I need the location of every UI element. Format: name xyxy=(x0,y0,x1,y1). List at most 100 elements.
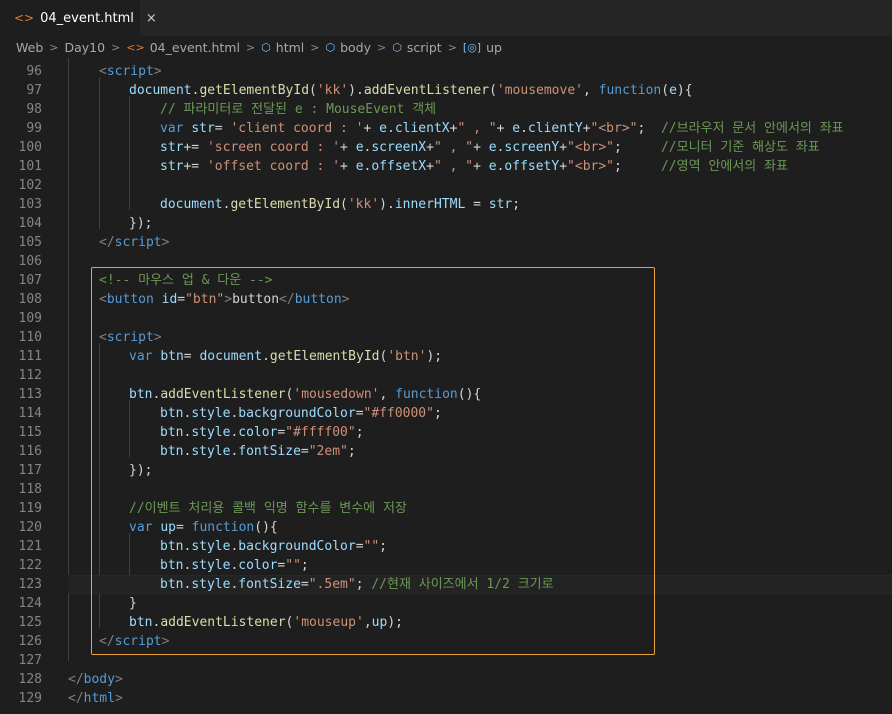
code-token: //이벤트 처리용 콜백 익명 함수를 변수에 저장 xyxy=(129,501,407,516)
code-token: addEventListener xyxy=(160,615,286,630)
code-line[interactable]: 107 <!-- 마우스 업 & 다운 --> xyxy=(0,271,892,290)
breadcrumb-body[interactable]: body xyxy=(340,40,371,55)
code-line[interactable]: 102 xyxy=(0,176,892,195)
code-text: <script> xyxy=(99,62,162,81)
code-line[interactable]: 103 document.getElementById('kk').innerHT… xyxy=(0,195,892,214)
code-line[interactable]: 116 btn.style.fontSize="2em"; xyxy=(0,442,892,461)
code-token: , xyxy=(582,83,599,98)
code-text: }); xyxy=(129,461,152,480)
line-number: 105 xyxy=(18,235,42,250)
code-token: btn xyxy=(160,444,184,459)
code-editor[interactable]: 96 <script> 97 document.getElementById('kk'… xyxy=(0,58,892,714)
code-line[interactable]: 120 var up= function(){ xyxy=(0,518,892,537)
code-line[interactable]: 126 </script> xyxy=(0,632,892,651)
code-line[interactable]: 113 btn.addEventListener('mousedown', fun… xyxy=(0,385,892,404)
code-line[interactable]: 109 xyxy=(0,309,892,328)
code-token: button xyxy=(294,292,342,307)
code-token: btn xyxy=(129,615,153,630)
code-token: up xyxy=(160,520,176,535)
code-token: offsetY xyxy=(504,159,560,174)
code-line[interactable]: 112 xyxy=(0,366,892,385)
code-line[interactable]: 129 </html> xyxy=(0,689,892,708)
code-line[interactable]: 100 str+= 'screen coord : '+ e.screenX+" … xyxy=(0,138,892,157)
code-token: screenY xyxy=(504,140,560,155)
line-number: 125 xyxy=(18,615,42,630)
breadcrumb-up[interactable]: up xyxy=(486,40,502,55)
breadcrumb-html[interactable]: html xyxy=(276,40,304,55)
code-token: "#ff0000" xyxy=(363,406,434,421)
code-token: </ xyxy=(99,235,115,250)
breadcrumb-day10[interactable]: Day10 xyxy=(64,40,105,55)
code-token: = xyxy=(355,539,364,554)
code-line[interactable]: 114 btn.style.backgroundColor="#ff0000"; xyxy=(0,404,892,423)
code-line[interactable]: 96 <script> xyxy=(0,62,892,81)
code-token: style xyxy=(191,406,231,421)
breadcrumb: Web > Day10 > <> 04_event.html > ⬡ html … xyxy=(0,36,892,58)
code-token: "2em" xyxy=(308,444,348,459)
code-line[interactable]: 124} xyxy=(0,594,892,613)
code-line[interactable]: 104}); xyxy=(0,214,892,233)
code-token: document xyxy=(129,83,192,98)
code-line[interactable]: 101 str+= 'offset coord : '+ e.offsetX+" … xyxy=(0,157,892,176)
code-text: document.getElementById('kk').addEventLi… xyxy=(129,81,693,100)
code-token: ; xyxy=(355,425,364,440)
code-token: 'screen coord : ' xyxy=(206,140,341,155)
code-line[interactable]: 123 btn.style.fontSize=".5em"; //현재 사이즈에서… xyxy=(0,575,892,594)
code-token: 'kk' xyxy=(347,197,380,212)
line-number: 124 xyxy=(18,596,42,611)
code-token: addEventListener xyxy=(363,83,490,98)
code-text: btn.style.fontSize=".5em"; //현재 사이즈에서 1/… xyxy=(160,575,554,594)
code-text: btn.style.backgroundColor="#ff0000"; xyxy=(160,404,442,423)
code-line[interactable]: 110 <script> xyxy=(0,328,892,347)
code-text: </body> xyxy=(68,670,123,689)
breadcrumb-file[interactable]: 04_event.html xyxy=(150,40,240,55)
code-token: = xyxy=(183,349,200,364)
code-line[interactable]: 122 btn.style.color=""; xyxy=(0,556,892,575)
code-line[interactable]: 105 </script> xyxy=(0,233,892,252)
tab-04-event-html[interactable]: <> 04_event.html × xyxy=(0,0,157,36)
code-token: </ xyxy=(68,672,84,687)
code-line[interactable]: 97 document.getElementById('kk').addEvent… xyxy=(0,81,892,100)
element-icon: ⬡ xyxy=(325,40,336,54)
code-token: , xyxy=(379,387,396,402)
line-number: 96 xyxy=(26,64,42,79)
code-token: function xyxy=(598,83,662,98)
code-token: fontSize xyxy=(238,444,301,459)
breadcrumb-script[interactable]: script xyxy=(407,40,442,55)
code-line[interactable]: 128 </body> xyxy=(0,670,892,689)
line-number: 100 xyxy=(18,140,42,155)
html-file-icon: <> xyxy=(126,40,145,54)
breadcrumb-web[interactable]: Web xyxy=(16,40,43,55)
code-token: + xyxy=(340,140,356,155)
code-line[interactable]: 111 var btn= document.getElementById('btn… xyxy=(0,347,892,366)
code-token: color xyxy=(238,558,278,573)
code-line[interactable]: 125 btn.addEventListener('mouseup',up); xyxy=(0,613,892,632)
line-number: 99 xyxy=(26,121,42,136)
code-line[interactable]: 106 xyxy=(0,252,892,271)
close-icon[interactable]: × xyxy=(146,11,157,26)
code-line[interactable]: 98 // 파라미터로 전달된 e : MouseEvent 객체 xyxy=(0,100,892,119)
code-line[interactable]: 118 xyxy=(0,480,892,499)
code-token: offsetX xyxy=(371,159,427,174)
code-line[interactable]: 115 btn.style.color="#ffff00"; xyxy=(0,423,892,442)
code-line[interactable]: 117}); xyxy=(0,461,892,480)
code-token: screenX xyxy=(371,140,427,155)
code-text: </html> xyxy=(68,689,123,708)
line-number: 112 xyxy=(18,368,42,383)
code-token: (){ xyxy=(254,520,278,535)
code-token: ){ xyxy=(676,83,693,98)
code-token: "<br>" xyxy=(567,140,615,155)
code-line[interactable]: 127 xyxy=(0,651,892,670)
code-token: + xyxy=(340,159,356,174)
code-token: str xyxy=(191,121,215,136)
line-number: 123 xyxy=(18,577,42,592)
code-line[interactable]: 99 var str= 'client coord : '+ e.clientX+… xyxy=(0,119,892,138)
code-token: ; xyxy=(379,539,387,554)
code-token: document xyxy=(199,349,263,364)
code-token: > xyxy=(161,235,170,250)
code-line[interactable]: 119 //이벤트 처리용 콜백 익명 함수를 변수에 저장 xyxy=(0,499,892,518)
code-line[interactable]: 121 btn.style.backgroundColor=""; xyxy=(0,537,892,556)
code-token: e xyxy=(488,140,497,155)
code-line[interactable]: 108 <button id="btn">button</button> xyxy=(0,290,892,309)
code-token: button xyxy=(106,292,154,307)
